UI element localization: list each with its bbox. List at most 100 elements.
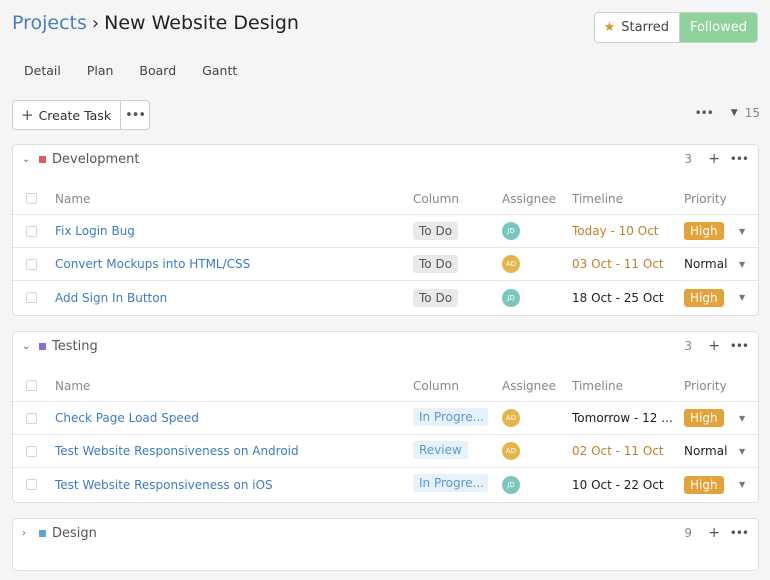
view-tabs: Detail Plan Board Gantt — [24, 63, 263, 78]
create-task-label: Create Task — [38, 107, 112, 123]
group-color-swatch — [39, 155, 46, 163]
group-more-icon[interactable]: ••• — [730, 339, 749, 353]
avatar[interactable]: JD — [502, 475, 520, 494]
add-task-icon[interactable]: + — [708, 151, 720, 167]
group-header[interactable]: ⌄ Testing 3 + ••• — [13, 332, 758, 360]
avatar[interactable]: AD — [502, 409, 520, 427]
col-assignee[interactable]: Assignee — [502, 379, 556, 393]
table-row[interactable]: Add Sign In Button To Do JD 18 Oct - 25 … — [13, 281, 758, 314]
priority-text[interactable]: Normal — [684, 257, 727, 271]
priority-dropdown-icon[interactable]: ▼ — [739, 293, 745, 302]
col-name[interactable]: Name — [55, 192, 90, 206]
task-name[interactable]: Check Page Load Speed — [55, 411, 199, 425]
group-name: Development — [52, 151, 140, 167]
group-more-icon[interactable]: ••• — [730, 526, 749, 540]
row-checkbox[interactable] — [26, 258, 37, 270]
priority-badge[interactable]: High — [684, 475, 724, 494]
table-row[interactable]: Test Website Responsiveness on Android R… — [13, 435, 758, 468]
list-controls: ••• ▼ 15 — [695, 106, 760, 120]
chevron-down-icon[interactable]: ⌄ — [22, 341, 36, 352]
tab-plan[interactable]: Plan — [87, 63, 114, 78]
timeline-value[interactable]: Today - 10 Oct — [572, 224, 677, 238]
row-checkbox[interactable] — [26, 412, 37, 424]
avatar[interactable]: AD — [502, 442, 520, 460]
chevron-right-icon[interactable]: › — [22, 528, 36, 539]
priority-badge[interactable]: High — [684, 288, 724, 307]
table-row[interactable]: Check Page Load Speed In Progre... AD To… — [13, 402, 758, 435]
group-header[interactable]: ⌄ Development 3 + ••• — [13, 145, 758, 173]
priority-badge[interactable]: High — [684, 409, 724, 427]
list-options-icon[interactable]: ••• — [695, 106, 714, 120]
avatar[interactable]: JD — [502, 288, 520, 307]
col-priority[interactable]: Priority — [684, 192, 727, 206]
timeline-value[interactable]: 10 Oct - 22 Oct — [572, 478, 677, 492]
page-title: New Website Design — [104, 12, 299, 34]
avatar[interactable]: JD — [502, 222, 520, 240]
starred-label: Starred — [621, 20, 669, 35]
priority-dropdown-icon[interactable]: ▼ — [739, 447, 745, 456]
toolbar-more-button[interactable]: ••• — [120, 101, 149, 129]
starred-button[interactable]: ★ Starred — [594, 13, 679, 42]
followed-button[interactable]: Followed — [678, 13, 757, 42]
column-pill[interactable]: To Do — [413, 255, 459, 273]
group-name: Design — [52, 525, 97, 541]
row-checkbox[interactable] — [26, 479, 37, 490]
col-name[interactable]: Name — [55, 379, 90, 393]
column-pill[interactable]: Review — [413, 440, 468, 459]
table-row[interactable]: Convert Mockups into HTML/CSS To Do AD 0… — [13, 248, 758, 281]
select-all-checkbox[interactable] — [26, 380, 37, 391]
chevron-down-icon[interactable]: ⌄ — [22, 154, 36, 165]
row-checkbox[interactable] — [26, 292, 37, 303]
priority-badge[interactable]: High — [684, 222, 724, 240]
column-pill[interactable]: In Progre... — [413, 474, 488, 492]
col-priority[interactable]: Priority — [684, 379, 727, 393]
task-name[interactable]: Fix Login Bug — [55, 224, 135, 238]
caret-down-icon[interactable]: ▼ — [731, 108, 738, 118]
group-count: 9 — [684, 526, 692, 540]
timeline-value[interactable]: 03 Oct - 11 Oct — [572, 257, 677, 271]
total-count: 15 — [744, 106, 760, 120]
add-task-icon[interactable]: + — [708, 338, 720, 354]
col-assignee[interactable]: Assignee — [502, 192, 556, 206]
task-name[interactable]: Add Sign In Button — [55, 291, 167, 305]
column-header-row: Name Column Assignee Timeline Priority — [13, 183, 758, 215]
breadcrumb-separator: › — [91, 12, 100, 34]
group-testing: ⌄ Testing 3 + ••• Name Column Assignee T… — [12, 331, 759, 503]
timeline-value[interactable]: Tomorrow - 12 ... — [572, 411, 677, 425]
col-column[interactable]: Column — [413, 379, 459, 393]
tab-gantt[interactable]: Gantt — [202, 63, 237, 78]
group-more-icon[interactable]: ••• — [730, 152, 749, 166]
avatar[interactable]: AD — [502, 255, 520, 273]
row-checkbox[interactable] — [26, 445, 37, 457]
select-all-checkbox[interactable] — [26, 193, 37, 204]
priority-dropdown-icon[interactable]: ▼ — [739, 480, 745, 489]
col-column[interactable]: Column — [413, 192, 459, 206]
col-timeline[interactable]: Timeline — [572, 379, 677, 393]
create-task-button[interactable]: + Create Task — [13, 101, 120, 129]
column-header-row: Name Column Assignee Timeline Priority — [13, 370, 758, 402]
column-pill[interactable]: To Do — [413, 222, 459, 240]
breadcrumb-projects-link[interactable]: Projects — [12, 12, 87, 34]
tab-detail[interactable]: Detail — [24, 63, 61, 78]
table-row[interactable]: Fix Login Bug To Do JD Today - 10 Oct Hi… — [13, 215, 758, 248]
priority-dropdown-icon[interactable]: ▼ — [739, 414, 745, 423]
timeline-value[interactable]: 18 Oct - 25 Oct — [572, 291, 677, 305]
col-timeline[interactable]: Timeline — [572, 192, 677, 206]
group-color-swatch — [39, 529, 46, 537]
task-name[interactable]: Test Website Responsiveness on Android — [55, 444, 299, 458]
breadcrumb: Projects › New Website Design — [12, 9, 299, 37]
priority-dropdown-icon[interactable]: ▼ — [739, 227, 745, 236]
column-pill[interactable]: To Do — [413, 288, 459, 307]
priority-dropdown-icon[interactable]: ▼ — [739, 260, 745, 269]
add-task-icon[interactable]: + — [708, 525, 720, 541]
task-name[interactable]: Convert Mockups into HTML/CSS — [55, 257, 250, 271]
row-checkbox[interactable] — [26, 225, 37, 237]
timeline-value[interactable]: 02 Oct - 11 Oct — [572, 444, 677, 458]
column-pill[interactable]: In Progre... — [413, 407, 488, 426]
group-design: › Design 9 + ••• — [12, 518, 759, 571]
priority-text[interactable]: Normal — [684, 444, 727, 458]
table-row[interactable]: Test Website Responsiveness on iOS In Pr… — [13, 468, 758, 501]
tab-board[interactable]: Board — [139, 63, 176, 78]
task-name[interactable]: Test Website Responsiveness on iOS — [55, 478, 273, 492]
group-header[interactable]: › Design 9 + ••• — [13, 519, 758, 547]
